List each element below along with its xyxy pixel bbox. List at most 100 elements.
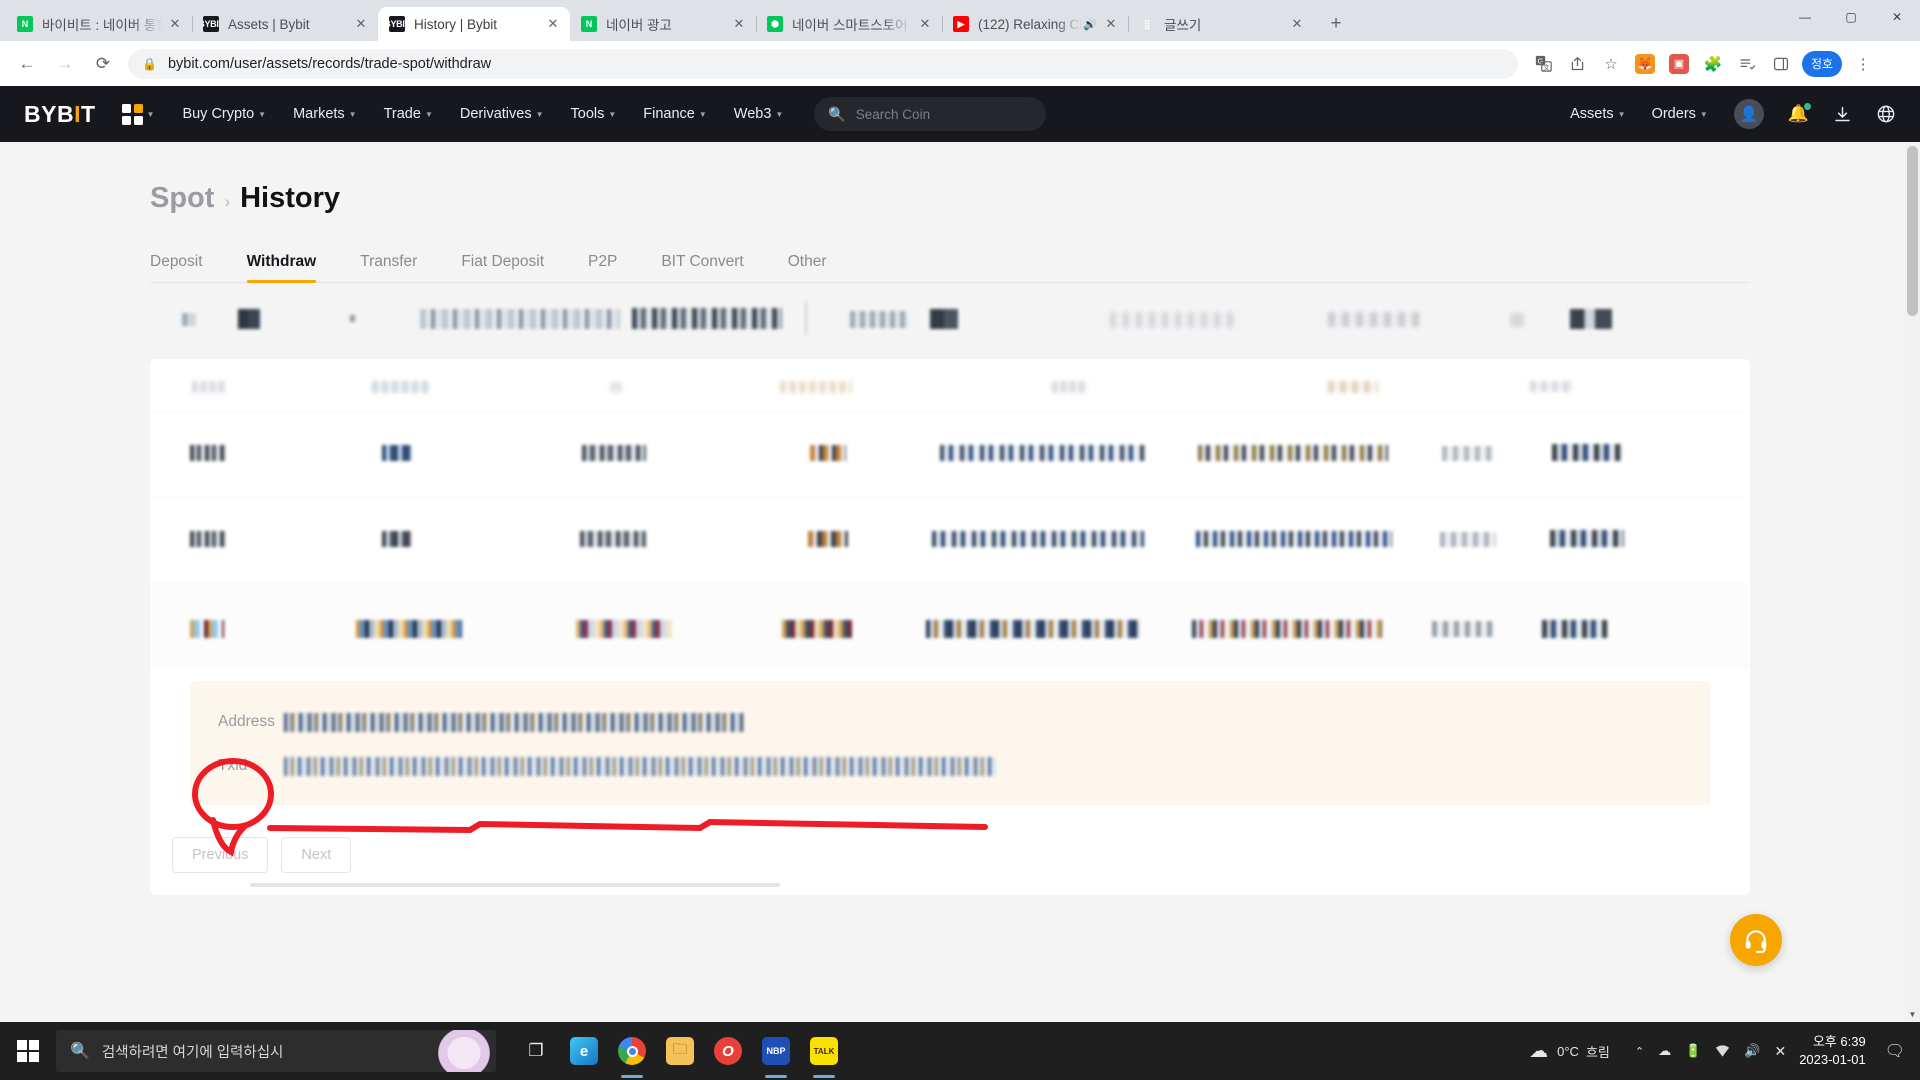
close-icon[interactable]: ✕: [1288, 15, 1306, 33]
share-icon[interactable]: [1562, 49, 1592, 79]
tab-p2p[interactable]: P2P: [588, 253, 617, 282]
filter-daterange2-redacted[interactable]: [632, 308, 782, 329]
support-chat-button[interactable]: [1730, 914, 1782, 966]
chrome-icon[interactable]: [608, 1022, 656, 1080]
browser-tab[interactable]: N 바이비트 : 네이버 통합 ✕: [6, 7, 193, 41]
address-bar[interactable]: 🔒 bybit.com/user/assets/records/trade-sp…: [128, 48, 1518, 79]
browser-tab[interactable]: N 네이버 광고 ✕: [570, 7, 757, 41]
metamask-icon[interactable]: 🦊: [1630, 49, 1660, 79]
scroll-down-arrow-icon[interactable]: ▼: [1905, 1007, 1920, 1022]
browser-tab[interactable]: ▶ (122) Relaxing Cl 🔊 ✕: [942, 7, 1129, 41]
nav-item-tools[interactable]: Tools ▼: [571, 106, 617, 122]
tab-audio-icon[interactable]: 🔊: [1082, 18, 1098, 31]
tab-deposit[interactable]: Deposit: [150, 253, 203, 282]
action-center-icon[interactable]: 🗨: [1885, 1041, 1905, 1061]
file-explorer-icon[interactable]: 🗀: [656, 1022, 704, 1080]
reading-list-icon[interactable]: [1732, 49, 1762, 79]
nav-item-web3[interactable]: Web3 ▼: [734, 106, 784, 122]
windows-start-icon[interactable]: [0, 1022, 56, 1080]
adblock-icon[interactable]: ▣: [1664, 49, 1694, 79]
back-icon[interactable]: ←: [11, 48, 43, 80]
maximize-button[interactable]: ▢: [1828, 0, 1874, 34]
forward-icon[interactable]: →: [49, 48, 81, 80]
close-window-button[interactable]: ✕: [1874, 0, 1920, 34]
edge-icon[interactable]: e: [560, 1022, 608, 1080]
tab-fiat-deposit[interactable]: Fiat Deposit: [461, 253, 544, 282]
volume-icon[interactable]: 🔊: [1744, 1043, 1760, 1059]
chrome-menu-icon[interactable]: ⋮: [1848, 49, 1878, 79]
filter-coin-redacted[interactable]: [182, 313, 196, 326]
filter-extra1-redacted[interactable]: [1110, 312, 1240, 328]
tab-bit-convert[interactable]: BIT Convert: [661, 253, 743, 282]
profile-chip[interactable]: 정호: [1802, 50, 1843, 77]
close-icon[interactable]: ✕: [730, 15, 748, 33]
task-view-icon[interactable]: ❐: [512, 1022, 560, 1080]
close-icon[interactable]: ✕: [352, 15, 370, 33]
nav-item-assets[interactable]: Assets ▼: [1570, 106, 1625, 122]
nav-item-buy-crypto[interactable]: Buy Crypto ▼: [182, 106, 266, 122]
breadcrumb-spot[interactable]: Spot: [150, 182, 214, 215]
search-coin-input[interactable]: 🔍 Search Coin: [814, 97, 1047, 131]
close-icon[interactable]: ✕: [544, 15, 562, 33]
weather-widget[interactable]: ☁ 0°C 흐림: [1529, 1040, 1610, 1063]
previous-button[interactable]: Previous: [172, 837, 269, 873]
browser-tab[interactable]: ⣿ 글쓰기 ✕: [1128, 7, 1314, 41]
scrollbar-thumb[interactable]: [1907, 146, 1918, 316]
naver-app-icon[interactable]: NBP: [752, 1022, 800, 1080]
translate-icon[interactable]: G文: [1528, 49, 1558, 79]
language-globe-icon[interactable]: [1876, 104, 1896, 124]
filter-bar[interactable]: [150, 295, 1750, 353]
cell-redacted[interactable]: [1542, 620, 1608, 638]
battery-icon[interactable]: 🔋: [1685, 1043, 1701, 1059]
tab-title: History | Bybit: [414, 16, 498, 32]
browser-tab-active[interactable]: BYBIT History | Bybit ✕: [378, 7, 570, 41]
filter-status-value-redacted[interactable]: [930, 309, 958, 329]
download-app-icon[interactable]: [1833, 105, 1852, 124]
nav-item-orders[interactable]: Orders ▼: [1652, 106, 1708, 122]
minimize-button[interactable]: —: [1782, 0, 1828, 34]
tab-withdraw[interactable]: Withdraw: [246, 253, 316, 283]
nav-item-finance[interactable]: Finance ▼: [643, 106, 707, 122]
notification-bell-icon[interactable]: 🔔: [1788, 103, 1811, 124]
taskbar-search-input[interactable]: 🔍 검색하려면 여기에 입력하십시: [56, 1030, 496, 1072]
opera-icon[interactable]: O: [704, 1022, 752, 1080]
filter-apply-redacted[interactable]: [1570, 309, 1612, 329]
bybit-logo[interactable]: BYB I T: [24, 101, 96, 128]
filter-coin-value-redacted[interactable]: [238, 309, 260, 329]
nav-item-markets[interactable]: Markets ▼: [293, 106, 357, 122]
onedrive-icon[interactable]: ☁: [1658, 1043, 1671, 1059]
tab-transfer[interactable]: Transfer: [360, 253, 417, 282]
chevron-down-icon: ▼: [146, 109, 155, 119]
cell-redacted: [810, 445, 846, 461]
filter-extra3-redacted[interactable]: [1510, 313, 1524, 327]
taskbar-clock[interactable]: 오후 6:39 2023-01-01: [1799, 1033, 1866, 1068]
page-scrollbar[interactable]: ▲ ▼: [1905, 142, 1920, 1022]
close-x-icon[interactable]: ✕: [1774, 1043, 1786, 1060]
table-row-expanded[interactable]: [150, 583, 1750, 669]
wifi-icon[interactable]: [1715, 1044, 1730, 1058]
filter-daterange-redacted[interactable]: [420, 309, 620, 329]
close-icon[interactable]: ✕: [916, 15, 934, 33]
user-avatar-icon[interactable]: 👤: [1733, 99, 1764, 129]
table-row[interactable]: [150, 497, 1750, 583]
table-row[interactable]: [150, 411, 1750, 497]
close-icon[interactable]: ✕: [166, 15, 184, 33]
reload-icon[interactable]: ⟳: [87, 48, 119, 80]
apps-grid-icon[interactable]: ▼: [121, 103, 155, 125]
close-icon[interactable]: ✕: [1102, 15, 1120, 33]
bookmark-star-icon[interactable]: ☆: [1596, 49, 1626, 79]
table-horizontal-scrollbar[interactable]: [250, 883, 780, 887]
filter-extra2-redacted[interactable]: [1328, 312, 1420, 327]
extensions-puzzle-icon[interactable]: 🧩: [1698, 49, 1728, 79]
sidepanel-icon[interactable]: [1766, 49, 1796, 79]
chevron-up-icon[interactable]: ⌃: [1635, 1045, 1644, 1058]
new-tab-button[interactable]: +: [1322, 10, 1350, 38]
browser-tab[interactable]: ⬢ 네이버 스마트스토어 ✕: [756, 7, 943, 41]
tab-other[interactable]: Other: [788, 253, 827, 282]
kakaotalk-icon[interactable]: TALK: [800, 1022, 848, 1080]
next-button[interactable]: Next: [281, 837, 352, 873]
filter-status-redacted[interactable]: [850, 311, 908, 328]
nav-item-derivatives[interactable]: Derivatives ▼: [460, 106, 544, 122]
nav-item-trade[interactable]: Trade ▼: [384, 106, 433, 122]
browser-tab[interactable]: BYBIT Assets | Bybit ✕: [192, 7, 378, 41]
